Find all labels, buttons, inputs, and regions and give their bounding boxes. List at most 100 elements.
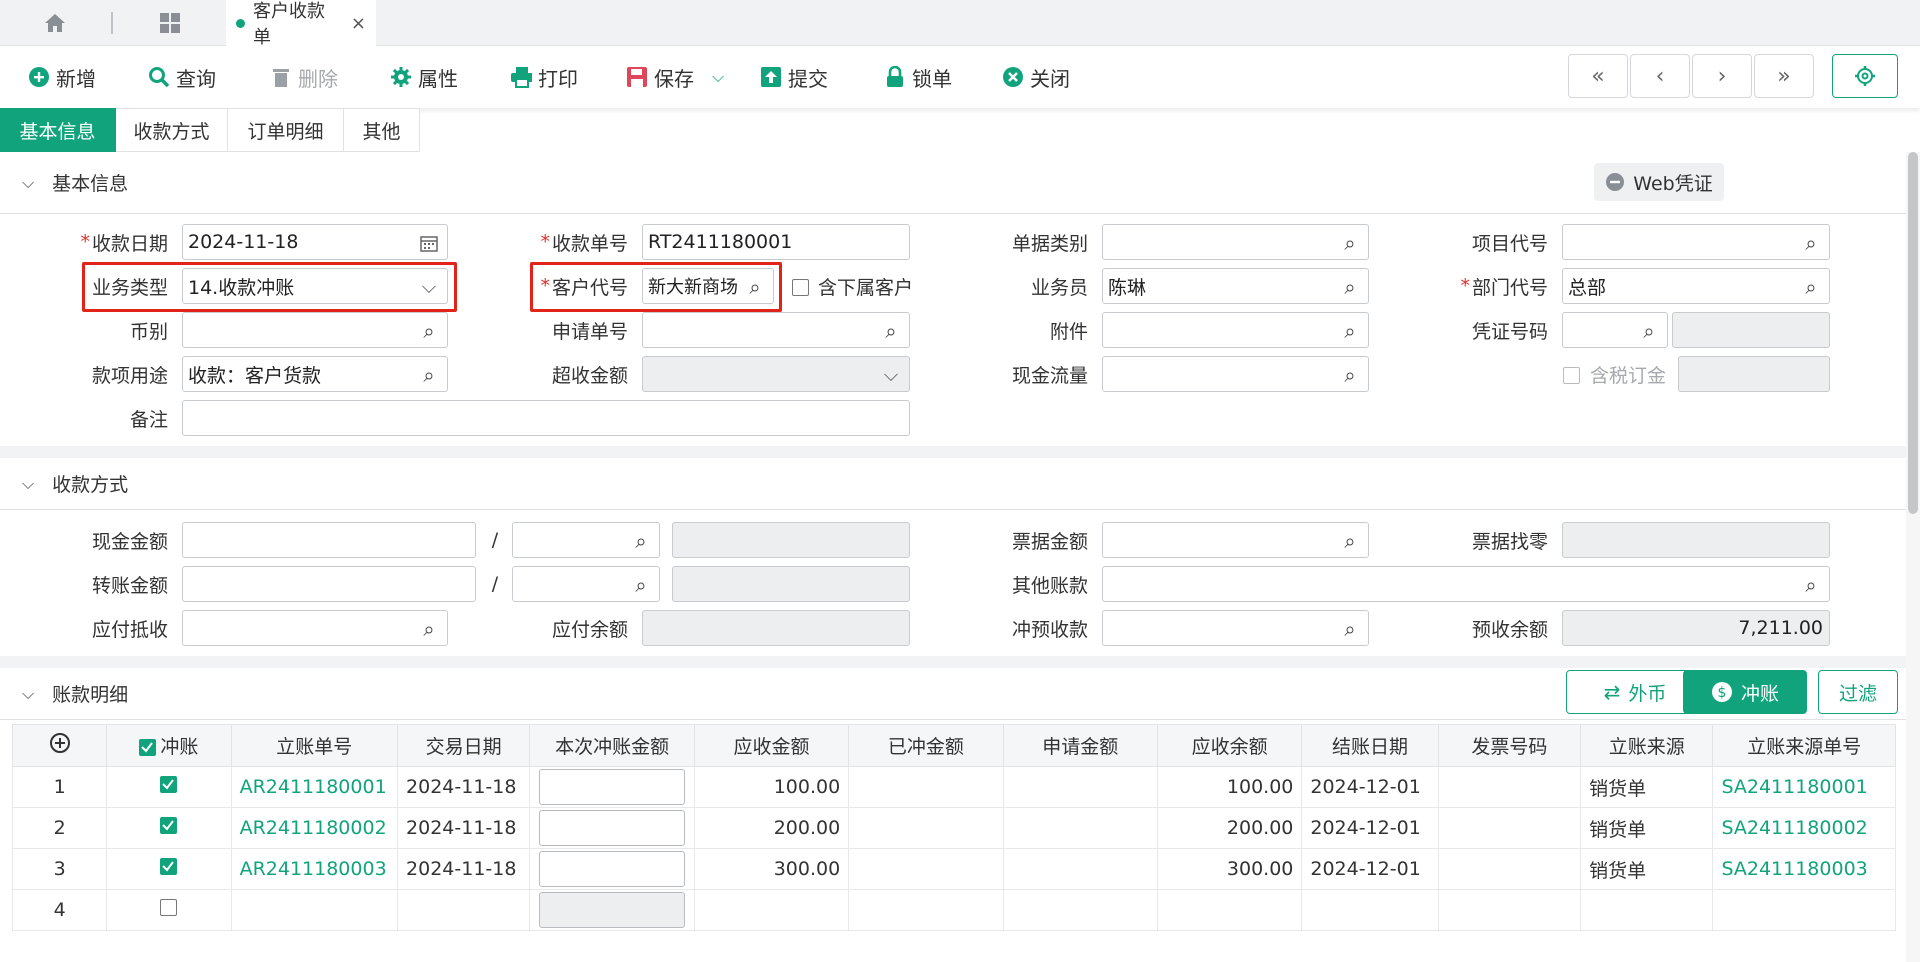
delete-button[interactable]: 删除 (270, 46, 338, 108)
col-doc-no[interactable]: 立账单号 (230, 724, 399, 767)
dept-code-field[interactable]: 总部 ⌕ (1562, 268, 1830, 304)
scrollbar-thumb[interactable] (1908, 152, 1918, 514)
calendar-icon[interactable] (419, 233, 439, 253)
home-icon[interactable] (0, 0, 110, 46)
col-source-no[interactable]: 立账来源单号 (1712, 724, 1896, 767)
this-offset-cell[interactable] (529, 807, 695, 849)
prepay-offset-field[interactable]: ⌕ (1102, 610, 1369, 646)
salesperson-field[interactable]: 陈琳 ⌕ (1102, 268, 1369, 304)
source-no-link[interactable]: SA2411180003 (1712, 848, 1896, 890)
new-button[interactable]: 新增 (28, 46, 96, 108)
project-code-field[interactable]: ⌕ (1562, 224, 1830, 260)
col-offset[interactable]: 冲账 (106, 724, 232, 767)
vertical-scrollbar[interactable] (1906, 152, 1920, 962)
last-record-button[interactable]: » (1754, 54, 1814, 98)
receipt-date-field[interactable]: 2024-11-18 (182, 224, 448, 260)
row-checkbox[interactable] (160, 817, 178, 834)
query-button[interactable]: 查询 (148, 46, 216, 108)
source-no-link[interactable]: SA2411180002 (1712, 807, 1896, 849)
search-icon[interactable]: ⌕ (1801, 275, 1821, 299)
apply-no-field[interactable]: ⌕ (642, 312, 910, 348)
other-account-field[interactable]: ⌕ (1102, 566, 1830, 602)
search-icon[interactable]: ⌕ (881, 319, 901, 343)
tab-order-detail[interactable]: 订单明细 (228, 108, 344, 152)
prev-record-button[interactable]: ‹ (1630, 54, 1690, 98)
cash-account-field[interactable]: ⌕ (512, 522, 660, 558)
select-all-checkbox[interactable] (139, 739, 157, 756)
include-sub-checkbox[interactable] (792, 279, 809, 296)
search-icon[interactable]: ⌕ (419, 363, 439, 387)
search-icon[interactable]: ⌕ (1801, 573, 1821, 597)
row-checkbox-cell[interactable] (106, 889, 232, 931)
this-offset-input[interactable] (539, 769, 686, 805)
table-row[interactable]: 1 AR2411180001 2024-11-18 100.00 100.00 … (11, 766, 1896, 808)
row-checkbox-cell[interactable] (106, 848, 232, 890)
row-checkbox[interactable] (160, 899, 178, 916)
col-close-date[interactable]: 结账日期 (1301, 724, 1439, 767)
row-checkbox[interactable] (160, 776, 178, 793)
remark-field[interactable] (182, 400, 910, 436)
currency-field[interactable]: ⌕ (182, 312, 448, 348)
lock-button[interactable]: 锁单 (884, 46, 952, 108)
doc-type-field[interactable]: ⌕ (1102, 224, 1369, 260)
transfer-account-field[interactable]: ⌕ (512, 566, 660, 602)
row-checkbox[interactable] (160, 858, 178, 875)
next-record-button[interactable]: › (1692, 54, 1752, 98)
search-icon[interactable]: ⌕ (631, 529, 651, 553)
search-icon[interactable]: ⌕ (1340, 617, 1360, 641)
col-apply-amount[interactable]: 申请金额 (1002, 724, 1159, 767)
tax-order-checkbox[interactable] (1563, 367, 1580, 384)
table-row[interactable]: 4 (11, 889, 1896, 931)
table-row[interactable]: 2 AR2411180002 2024-11-18 200.00 200.00 … (11, 807, 1896, 849)
cash-flow-field[interactable]: ⌕ (1102, 356, 1369, 392)
col-invoice-no[interactable]: 发票号码 (1437, 724, 1582, 767)
col-source[interactable]: 立账来源 (1580, 724, 1714, 767)
col-offset-amount[interactable]: 已冲金额 (848, 724, 1004, 767)
search-icon[interactable]: ⌕ (419, 617, 439, 641)
doc-no-link[interactable]: AR2411180003 (230, 848, 399, 890)
row-checkbox-cell[interactable] (106, 766, 232, 808)
close-tab-icon[interactable]: × (351, 13, 366, 34)
grid-menu-icon[interactable] (115, 0, 225, 46)
voucher-no-field[interactable]: ⌕ (1562, 312, 1668, 348)
search-icon[interactable]: ⌕ (1639, 319, 1659, 343)
this-offset-input[interactable] (539, 810, 686, 846)
col-trade-date[interactable]: 交易日期 (397, 724, 531, 767)
doc-no-link[interactable]: AR2411180002 (230, 807, 399, 849)
over-amount-select[interactable]: ⌵ (642, 356, 910, 392)
payment-header[interactable]: ⌵ 收款方式 (0, 458, 1906, 510)
add-circle-icon[interactable] (49, 732, 71, 754)
first-record-button[interactable]: « (1568, 54, 1628, 98)
search-icon[interactable]: ⌕ (1340, 363, 1360, 387)
this-offset-input[interactable] (539, 851, 686, 887)
bill-amount-field[interactable]: ⌕ (1102, 522, 1369, 558)
close-button[interactable]: 关闭 (1002, 46, 1070, 108)
offset-button[interactable]: $ 冲账 (1683, 670, 1807, 714)
tab-payment-method[interactable]: 收款方式 (116, 108, 228, 152)
tab-other[interactable]: 其他 (344, 108, 420, 152)
attachment-field[interactable]: ⌕ (1102, 312, 1369, 348)
chevron-down-icon[interactable]: ⌵ (712, 67, 724, 87)
search-icon[interactable]: ⌕ (1340, 319, 1360, 343)
properties-button[interactable]: 属性 (390, 46, 458, 108)
table-row[interactable]: 3 AR2411180003 2024-11-18 300.00 300.00 … (11, 848, 1896, 890)
search-icon[interactable]: ⌕ (1340, 231, 1360, 255)
search-icon[interactable]: ⌕ (631, 573, 651, 597)
add-row-header[interactable] (11, 724, 108, 767)
search-icon[interactable]: ⌕ (1340, 529, 1360, 553)
payable-offset-field[interactable]: ⌕ (182, 610, 448, 646)
source-no-link[interactable]: SA2411180001 (1712, 766, 1896, 808)
search-icon[interactable]: ⌕ (1340, 275, 1360, 299)
doc-no-link[interactable]: AR2411180001 (230, 766, 399, 808)
web-voucher-button[interactable]: Web凭证 (1594, 163, 1724, 201)
tab-basic-info[interactable]: 基本信息 (0, 108, 116, 152)
col-receivable[interactable]: 应收金额 (693, 724, 850, 767)
col-this-offset[interactable]: 本次冲账金额 (529, 724, 695, 767)
cash-amount-field[interactable] (182, 522, 476, 558)
receipt-no-field[interactable]: RT2411180001 (642, 224, 910, 260)
col-receivable-balance[interactable]: 应收余额 (1156, 724, 1303, 767)
transfer-amount-field[interactable] (182, 566, 476, 602)
this-offset-cell[interactable] (529, 848, 695, 890)
search-icon[interactable]: ⌕ (1801, 231, 1821, 255)
this-offset-cell[interactable] (529, 766, 695, 808)
